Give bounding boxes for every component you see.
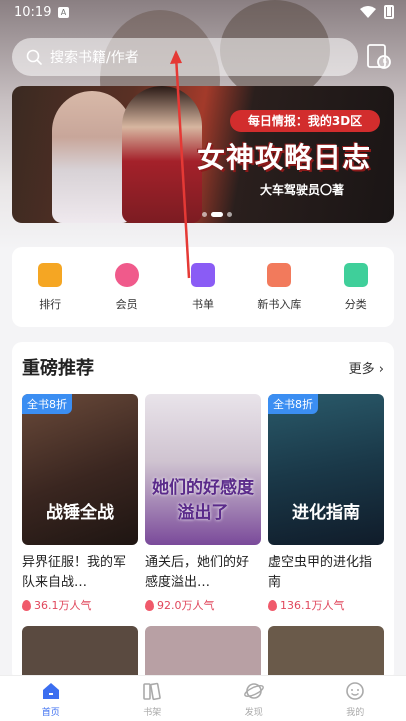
tab-profile[interactable]: 我的 xyxy=(320,676,390,721)
banner-artwork xyxy=(122,86,202,223)
section-title: 重磅推荐 xyxy=(22,358,94,379)
quick-nav-new-books[interactable]: 新书入库 xyxy=(249,262,309,312)
search-bar[interactable]: 搜索书籍/作者 xyxy=(12,38,358,76)
flame-icon xyxy=(145,599,154,611)
discount-badge: 全书8折 xyxy=(22,394,72,414)
booklist-icon xyxy=(190,262,215,287)
book-cover-partial[interactable] xyxy=(22,626,138,682)
quick-nav-vip[interactable]: 会员 xyxy=(97,262,157,312)
flame-icon xyxy=(22,599,31,611)
search-icon xyxy=(26,49,42,65)
popularity-count: 36.1万人气 xyxy=(34,599,92,612)
popularity: 136.1万人气 xyxy=(268,597,384,613)
quick-nav-booklist[interactable]: 书单 xyxy=(173,262,233,312)
cover-title: 她们的好感度溢出了 xyxy=(152,478,254,523)
popularity-count: 92.0万人气 xyxy=(157,599,215,612)
promo-banner[interactable]: 每日情报：我的3D区 女神攻略日志 大车驾驶员〇著 xyxy=(12,86,394,223)
book-title: 通关后，她们的好感度溢出… xyxy=(145,555,250,590)
tab-discover[interactable]: 发现 xyxy=(219,676,289,721)
tab-label: 发现 xyxy=(244,707,263,718)
vip-icon xyxy=(114,262,139,287)
profile-icon xyxy=(346,681,365,700)
book-cover: 全书8折 进化指南 xyxy=(268,394,384,545)
bottom-tab-bar: 首页 书架 发现 我的 xyxy=(0,675,406,721)
tab-home[interactable]: 首页 xyxy=(16,676,86,721)
banner-pagination xyxy=(202,212,232,217)
tab-label: 我的 xyxy=(346,707,365,718)
pagination-dot xyxy=(227,212,232,217)
flame-icon xyxy=(268,599,277,611)
battery-icon xyxy=(384,5,394,19)
home-icon xyxy=(42,682,59,699)
wifi-icon xyxy=(360,6,376,18)
pagination-dot xyxy=(202,212,207,217)
quick-nav-label: 书单 xyxy=(191,297,214,311)
quick-nav-category[interactable]: 分类 xyxy=(326,262,386,312)
book-card[interactable]: 全书8折 进化指南 虚空虫甲的进化指南 136.1万人气 xyxy=(268,394,384,613)
status-time: 10:19 xyxy=(14,5,52,20)
quick-nav: 排行 会员 书单 新书入库 分类 xyxy=(12,247,394,327)
popularity: 36.1万人气 xyxy=(22,597,138,613)
tab-label: 书架 xyxy=(143,707,162,718)
book-card[interactable]: 她们的好感度溢出了 通关后，她们的好感度溢出… 92.0万人气 xyxy=(145,394,261,613)
banner-tagline: 每日情报：我的3D区 xyxy=(230,110,380,132)
status-icons xyxy=(360,5,394,19)
discount-badge: 全书8折 xyxy=(268,394,318,414)
banner-artwork xyxy=(52,91,132,223)
popularity-count: 136.1万人气 xyxy=(280,599,345,612)
tab-label: 首页 xyxy=(41,707,60,718)
quick-nav-label: 排行 xyxy=(39,297,62,311)
more-link[interactable]: 更多 › xyxy=(349,358,384,377)
book-cover: 全书8折 战锤全战 xyxy=(22,394,138,545)
book-title: 虚空虫甲的进化指南 xyxy=(268,555,373,590)
quick-nav-ranking[interactable]: 排行 xyxy=(20,262,80,312)
ranking-icon xyxy=(38,262,63,287)
banner-title: 女神攻略日志 xyxy=(197,141,372,174)
banner-author: 大车驾驶员〇著 xyxy=(260,183,345,197)
category-icon xyxy=(343,262,368,287)
reading-history-icon[interactable] xyxy=(364,42,394,72)
pagination-dot-active xyxy=(211,212,223,217)
book-card[interactable]: 全书8折 战锤全战 异界征服！我的军队来自战… 36.1万人气 xyxy=(22,394,138,613)
quick-nav-label: 会员 xyxy=(115,297,138,311)
notification-icon: A xyxy=(58,7,69,18)
recommend-section: 重磅推荐 更多 › 全书8折 战锤全战 异界征服！我的军队来自战… 36.1万人… xyxy=(12,342,394,682)
discover-icon xyxy=(243,682,264,699)
bookshelf-icon xyxy=(143,682,162,700)
book-cover-partial[interactable] xyxy=(268,626,384,682)
cover-title: 战锤全战 xyxy=(46,503,114,523)
popularity: 92.0万人气 xyxy=(145,597,261,613)
status-bar: 10:19 A xyxy=(0,0,406,26)
book-title: 异界征服！我的军队来自战… xyxy=(22,555,127,590)
cover-title: 进化指南 xyxy=(292,503,360,523)
quick-nav-label: 新书入库 xyxy=(257,297,302,311)
new-books-icon xyxy=(267,262,292,287)
book-cover: 她们的好感度溢出了 xyxy=(145,394,261,545)
book-cover-partial[interactable] xyxy=(145,626,261,682)
tab-bookshelf[interactable]: 书架 xyxy=(117,676,187,721)
search-placeholder: 搜索书籍/作者 xyxy=(50,50,139,66)
quick-nav-label: 分类 xyxy=(344,297,367,311)
